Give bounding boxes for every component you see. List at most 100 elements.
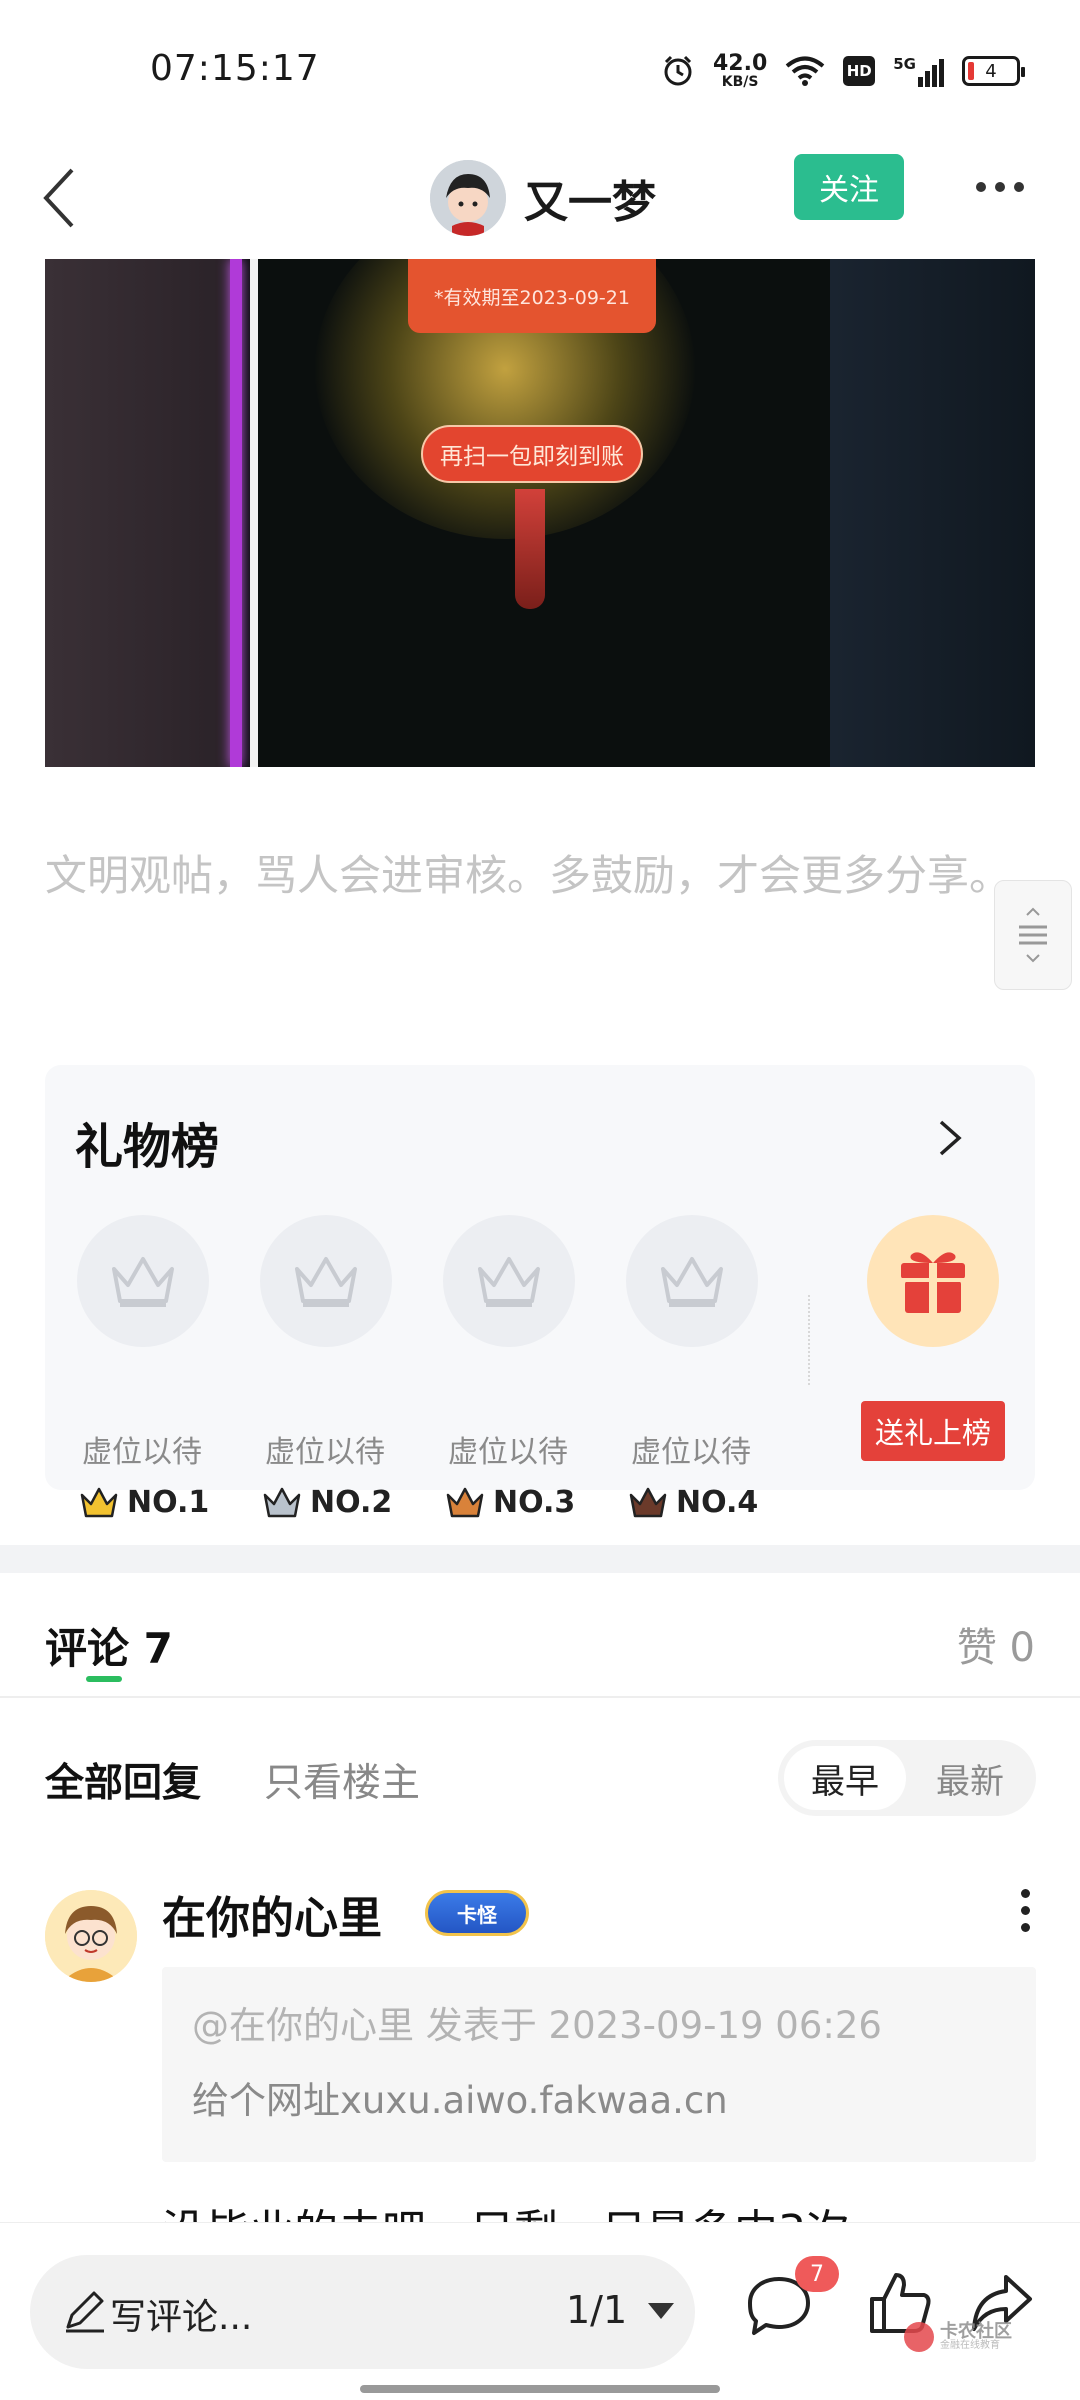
scroll-handle-button[interactable] (994, 880, 1072, 990)
quoted-post-meta: @在你的心里 发表于 2023-09-19 06:26 (192, 2004, 882, 2047)
gift-rank-list: 虚位以待 NO.1 虚位以待 NO.2 虚位以待 NO.3 虚位以待 NO.4 (75, 1215, 835, 1520)
gift-box-icon (901, 1252, 965, 1313)
page-dropdown-caret-icon[interactable] (648, 2303, 674, 2319)
rank-item-1[interactable]: 虚位以待 NO.1 (75, 1215, 209, 1520)
author-avatar[interactable] (430, 160, 506, 236)
gift-send-icon-button[interactable] (867, 1215, 999, 1347)
network-speed: 42.0 KB/S (712, 51, 768, 90)
page: 07:15:17 42.0 KB/S HD 5G 4 又一梦 关注 *有效期至2… (0, 0, 1080, 2400)
rank-label: 虚位以待 (631, 1435, 751, 1470)
status-bar: 07:15:17 42.0 KB/S HD 5G 4 (0, 0, 1080, 140)
rank-label: 虚位以待 (265, 1435, 385, 1470)
commenter-name[interactable]: 在你的心里 (162, 1882, 382, 1946)
tab-comments[interactable]: 评论 7 (45, 1615, 173, 1676)
watermark: 卡农社区 金融在线教育 (904, 2315, 1034, 2359)
rank-badge: NO.4 (628, 1485, 758, 1520)
sort-toggle: 最早 最新 (778, 1740, 1036, 1816)
rank-number: NO.2 (310, 1485, 393, 1520)
rank-label: 虚位以待 (82, 1435, 202, 1470)
rank-number: NO.4 (676, 1485, 759, 1520)
hd-label: HD (846, 62, 872, 80)
network-speed-value: 42.0 (712, 51, 768, 76)
tab-likes[interactable]: 赞 0 (957, 1615, 1035, 1673)
commenter-avatar-illustration (45, 1890, 137, 1982)
commenter-avatar[interactable] (45, 1890, 137, 1982)
network-speed-unit: KB/S (721, 74, 759, 90)
rank-number: NO.1 (127, 1485, 210, 1520)
crown-outline-icon (295, 1257, 357, 1307)
rank-item-2[interactable]: 虚位以待 NO.2 (258, 1215, 392, 1520)
status-icons: 42.0 KB/S HD 5G 4 (661, 48, 1025, 94)
network-type: 5G (893, 55, 916, 73)
commenter-level-badge: 卡怪 (425, 1890, 529, 1936)
section-divider (0, 1545, 1080, 1573)
comment-count-badge: 7 (795, 2256, 839, 2292)
gift-board: 礼物榜 虚位以待 NO.1 虚位以待 NO.2 虚位以待 NO.3 虚位以待 N… (45, 1065, 1035, 1520)
post-header: 又一梦 关注 (0, 140, 1080, 260)
pen-icon (66, 2291, 104, 2333)
back-arrow-icon (43, 168, 74, 228)
more-options-button[interactable] (960, 154, 1040, 220)
image-pill-text: 再扫一包即刻到账 (421, 425, 643, 483)
rank-badge: NO.1 (79, 1485, 209, 1520)
quoted-post[interactable]: @在你的心里 发表于 2023-09-19 06:26 给个网址xuxu.aiw… (162, 1967, 1036, 2162)
comment-more-button[interactable] (1010, 1880, 1040, 1940)
back-button[interactable] (20, 158, 100, 238)
rank-badge: NO.2 (262, 1485, 392, 1520)
signal-icon: 5G (893, 55, 944, 87)
watermark-main-text: 卡农社区 (940, 2321, 1012, 2342)
comment-input[interactable]: 写评论... 1/1 (30, 2255, 695, 2369)
page-indicator[interactable]: 1/1 (566, 2288, 627, 2332)
bottom-action-bar: 写评论... 1/1 7 卡农社区 金融在线教育 (0, 2222, 1080, 2400)
crown-silver-icon (263, 1487, 301, 1517)
commenter-badge-label: 卡怪 (457, 1902, 497, 1927)
author-info[interactable]: 又一梦 (430, 150, 656, 246)
hd-icon: HD (843, 56, 876, 86)
sort-latest-button[interactable]: 最新 (910, 1746, 1030, 1810)
scroll-lines-icon (1019, 907, 1047, 963)
rank-item-4[interactable]: 虚位以待 NO.4 (624, 1215, 758, 1520)
quoted-post-text: 给个网址xuxu.aiwo.fakwaa.cn (192, 2079, 728, 2122)
post-image[interactable]: *有效期至2023-09-21 再扫一包即刻到账 (45, 259, 1035, 767)
alarm-icon (664, 55, 692, 86)
crown-dark-icon (629, 1487, 667, 1517)
rank-divider (808, 1295, 810, 1385)
gift-board-title: 礼物榜 (75, 1119, 220, 1175)
watermark-sub-text: 金融在线教育 (940, 2340, 1000, 2351)
filter-op-only[interactable]: 只看楼主 (264, 1752, 420, 1808)
vertical-dots-icon (1020, 1888, 1030, 1898)
rank-number: NO.3 (493, 1485, 576, 1520)
active-tab-indicator (86, 1676, 122, 1682)
crown-outline-icon (112, 1257, 174, 1307)
filter-all-replies[interactable]: 全部回复 (45, 1752, 201, 1808)
follow-button[interactable]: 关注 (794, 154, 904, 220)
more-dots-icon (976, 182, 986, 192)
author-name[interactable]: 又一梦 (524, 166, 656, 230)
crown-outline-icon (478, 1257, 540, 1307)
avatar-illustration (430, 160, 506, 236)
crown-gold-icon (80, 1487, 118, 1517)
comments-divider (0, 1696, 1080, 1698)
rank-placeholder (260, 1215, 392, 1347)
battery-icon: 4 (962, 56, 1025, 86)
battery-level: 4 (985, 60, 997, 82)
chevron-right-icon (939, 1120, 962, 1156)
rank-item-3[interactable]: 虚位以待 NO.3 (441, 1215, 575, 1520)
civility-notice: 文明观帖，骂人会进审核。多鼓励，才会更多分享。 (45, 851, 1012, 900)
rank-badge: NO.3 (445, 1485, 575, 1520)
crown-bronze-icon (446, 1487, 484, 1517)
rank-label: 虚位以待 (448, 1435, 568, 1470)
home-indicator[interactable] (360, 2385, 720, 2393)
crown-outline-icon (661, 1257, 723, 1307)
rank-placeholder (77, 1215, 209, 1347)
wifi-icon (785, 56, 825, 86)
watermark-logo-icon (904, 2322, 934, 2352)
image-tag-text: *有效期至2023-09-21 (408, 259, 656, 333)
send-gift-button[interactable]: 送礼上榜 (861, 1401, 1005, 1461)
sort-earliest-button[interactable]: 最早 (784, 1746, 906, 1810)
rank-placeholder (626, 1215, 758, 1347)
comment-input-placeholder: 写评论... (110, 2297, 253, 2338)
status-time: 07:15:17 (150, 48, 320, 89)
gift-board-more-button[interactable] (925, 1113, 975, 1163)
rank-placeholder (443, 1215, 575, 1347)
